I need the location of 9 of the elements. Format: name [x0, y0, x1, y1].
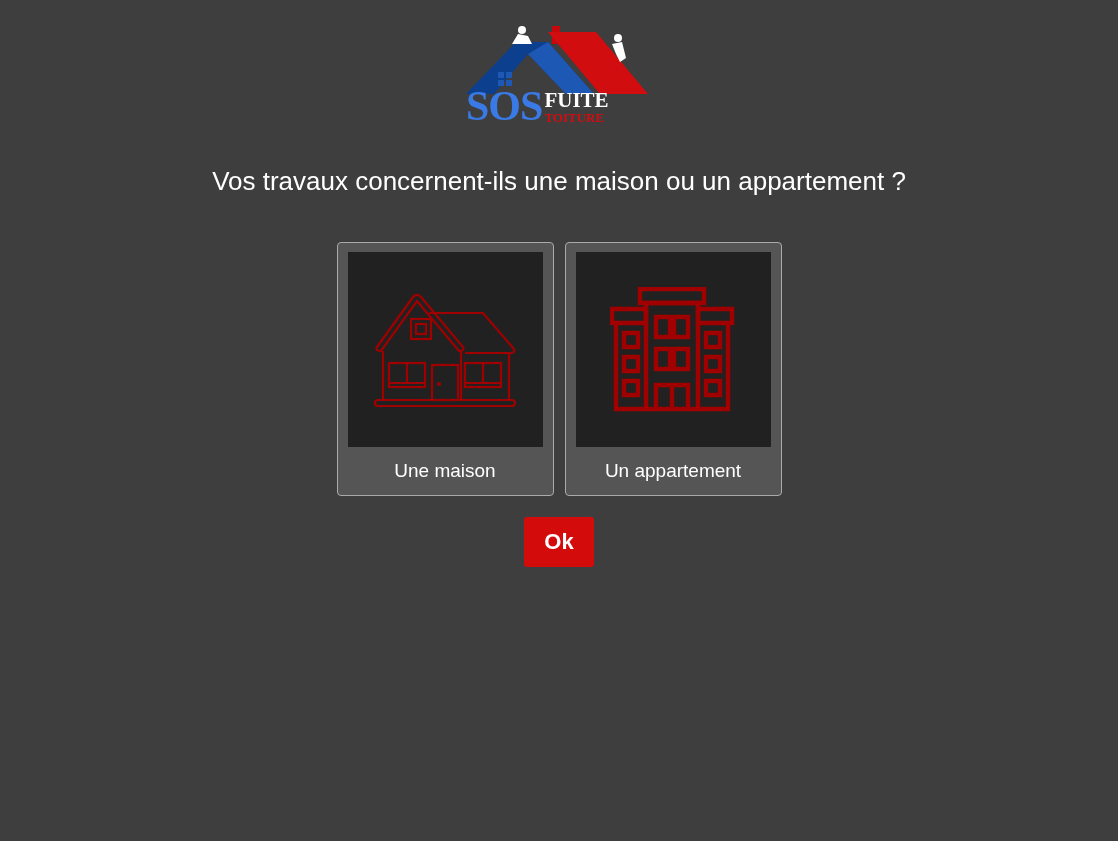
option-card[interactable]: Une maison	[336, 242, 554, 496]
question-heading: Vos travaux concernent-ils une maison ou un appartement ?	[212, 166, 906, 197]
house-icon	[373, 292, 517, 407]
ok-button[interactable]: Ok	[524, 517, 594, 567]
logo-text: SOS	[466, 88, 543, 124]
logo-text: TOITURE	[544, 111, 606, 124]
building-icon	[610, 286, 736, 413]
option-card[interactable]: Un appartement	[564, 242, 782, 496]
logo-text: FUITE	[544, 90, 609, 111]
